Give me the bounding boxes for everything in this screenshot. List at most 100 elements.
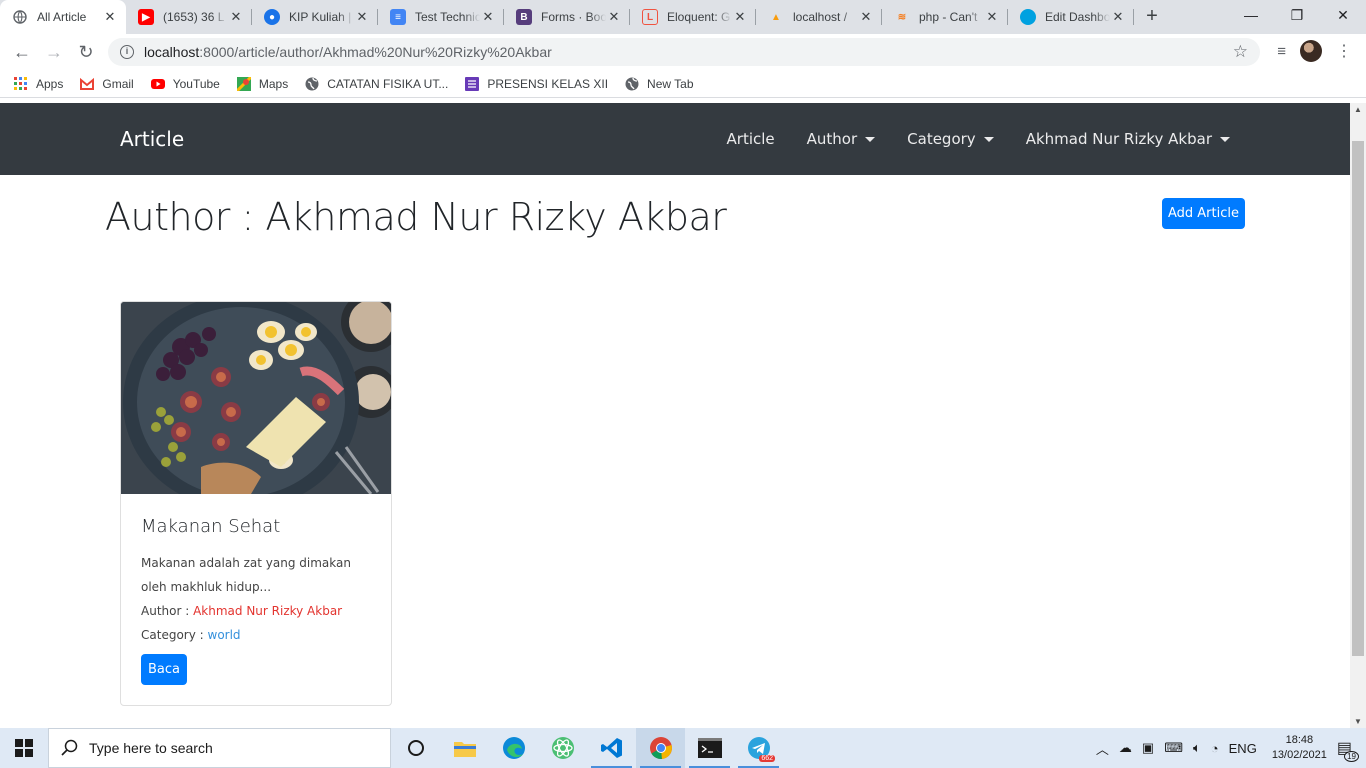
tab-php-stackoverflow[interactable]: ≋ php - Can't ✕ — [882, 0, 1008, 34]
restore-button[interactable]: ❐ — [1274, 0, 1320, 34]
vscode-button[interactable] — [587, 728, 636, 768]
atom-button[interactable] — [538, 728, 587, 768]
gmail-icon — [80, 77, 95, 90]
navbar-menu: Article Author Category Akhmad Nur Rizky… — [695, 130, 1230, 148]
close-tab-icon[interactable]: ✕ — [354, 9, 370, 25]
menu-icon[interactable]: ⋮ — [1336, 41, 1352, 61]
bookmark-presensi[interactable]: PRESENSI KELAS XII — [465, 76, 608, 91]
close-tab-icon[interactable]: ✕ — [858, 9, 874, 25]
nav-article-link[interactable]: Article — [727, 130, 775, 148]
globe-icon — [305, 77, 319, 90]
phpmyadmin-icon: ▲ — [771, 11, 781, 23]
file-explorer-button[interactable] — [440, 728, 489, 768]
tab-test-technic[interactable]: ≡ Test Technic ✕ — [378, 0, 504, 34]
folder-icon — [453, 742, 476, 757]
scroll-up-icon[interactable]: ▲ — [1354, 105, 1362, 114]
notification-center-icon[interactable]: ▤ 19 — [1337, 738, 1359, 762]
chrome-button[interactable] — [636, 728, 685, 768]
volume-icon[interactable]: 🔈︎ — [1193, 740, 1201, 756]
page-scrollbar[interactable]: ▲ ▼ — [1350, 103, 1366, 728]
close-tab-icon[interactable]: ✕ — [606, 9, 622, 25]
window-controls: — ❐ ✕ — [1228, 0, 1366, 34]
close-tab-icon[interactable]: ✕ — [1110, 9, 1126, 25]
category-link[interactable]: world — [208, 628, 241, 642]
article-excerpt: Makanan adalah zat yang dimakan oleh mak… — [141, 556, 351, 594]
close-tab-icon[interactable]: ✕ — [480, 9, 496, 25]
chrome-icon — [649, 737, 672, 760]
globe-icon — [625, 77, 639, 90]
clock[interactable]: 18:48 13/02/2021 — [1272, 733, 1327, 763]
caret-down-icon — [865, 136, 876, 142]
atom-icon — [551, 737, 574, 759]
navbar-brand[interactable]: Article — [120, 127, 184, 151]
edge-button[interactable] — [489, 728, 538, 768]
address-bar[interactable]: i localhost:8000/article/author/Akhmad%2… — [108, 38, 1260, 66]
stackoverflow-icon: ≋ — [897, 11, 907, 23]
page-title: Author : Akhmad Nur Rizky Akbar — [105, 195, 727, 239]
tab-youtube[interactable]: ▶ (1653) 36 L ✕ — [126, 0, 252, 34]
task-view-button[interactable] — [391, 728, 440, 768]
input-method-icon[interactable]: ⌨ — [1164, 740, 1183, 756]
card-body: Makanan Sehat Makanan adalah zat yang di… — [121, 516, 391, 685]
vscode-icon — [600, 738, 622, 758]
close-tab-icon[interactable]: ✕ — [228, 9, 244, 25]
tab-forms-bootstrap[interactable]: B Forms · Boo ✕ — [504, 0, 630, 34]
kip-icon: ● — [264, 9, 280, 25]
chevron-up-icon[interactable]: ︿ — [1096, 739, 1109, 758]
article-category-line: Category : world — [141, 628, 241, 642]
close-tab-icon[interactable]: ✕ — [102, 9, 118, 25]
close-tab-icon[interactable]: ✕ — [732, 9, 748, 25]
tab-kip-kuliah[interactable]: ● KIP Kuliah | ✕ — [252, 0, 378, 34]
reload-icon[interactable]: ↻ — [70, 42, 102, 63]
forward-icon[interactable]: → — [38, 42, 70, 63]
terminal-button[interactable] — [685, 728, 734, 768]
onedrive-icon[interactable]: ☁ — [1119, 740, 1132, 756]
tab-edit-dashboard[interactable]: Edit Dashbo ✕ — [1008, 0, 1134, 34]
new-tab-button[interactable]: + — [1134, 0, 1170, 34]
article-image — [121, 302, 391, 494]
globe-icon — [12, 9, 28, 25]
caret-down-icon — [983, 136, 994, 142]
back-icon[interactable]: ← — [6, 42, 38, 63]
bookmark-apps[interactable]: Apps — [14, 76, 63, 91]
language-indicator[interactable]: ENG — [1229, 741, 1257, 756]
nav-category-dropdown[interactable]: Category — [907, 130, 994, 148]
bookmark-gmail[interactable]: Gmail — [80, 77, 134, 91]
profile-avatar[interactable] — [1300, 40, 1322, 62]
youtube-icon: ▶ — [138, 9, 154, 25]
laravel-icon: L — [642, 9, 658, 25]
read-button[interactable]: Baca — [141, 654, 187, 685]
forms-icon — [465, 76, 480, 91]
article-card: Makanan Sehat Makanan adalah zat yang di… — [120, 301, 392, 706]
terminal-icon — [697, 738, 722, 758]
bookmark-star-icon[interactable]: ☆ — [1233, 42, 1248, 62]
windows-logo-icon — [15, 739, 33, 757]
windows-taskbar: Type here to search 662 ︿ ☁ ▣ ⌨ 🔈︎ ◔ ENG… — [0, 728, 1366, 768]
bookmark-maps[interactable]: Maps — [236, 76, 288, 91]
network-status-icon[interactable]: ▣ — [1142, 740, 1154, 756]
close-window-button[interactable]: ✕ — [1320, 0, 1366, 34]
add-article-button[interactable]: Add Article — [1162, 198, 1245, 229]
youtube-icon — [150, 78, 165, 89]
nav-user-dropdown[interactable]: Akhmad Nur Rizky Akbar — [1026, 130, 1230, 148]
wifi-icon[interactable]: ◔ — [1211, 741, 1219, 756]
minimize-button[interactable]: — — [1228, 0, 1274, 34]
tab-eloquent[interactable]: L Eloquent: G ✕ — [630, 0, 756, 34]
media-control-icon[interactable]: ≡ — [1277, 43, 1286, 60]
taskbar-search[interactable]: Type here to search — [48, 728, 391, 768]
bookmark-youtube[interactable]: YouTube — [150, 77, 220, 91]
bookmark-new-tab[interactable]: New Tab — [625, 77, 694, 91]
tab-localhost[interactable]: ▲ localhost / ✕ — [756, 0, 882, 34]
info-icon[interactable]: i — [120, 45, 134, 59]
telegram-badge: 662 — [759, 755, 775, 762]
nav-author-dropdown[interactable]: Author — [807, 130, 876, 148]
bookmark-catatan-fisika[interactable]: CATATAN FISIKA UT... — [305, 77, 448, 91]
scroll-down-icon[interactable]: ▼ — [1354, 717, 1362, 726]
tab-all-article[interactable]: All Article ✕ — [0, 0, 126, 34]
close-tab-icon[interactable]: ✕ — [984, 9, 1000, 25]
edge-icon — [502, 737, 525, 759]
telegram-button[interactable]: 662 — [734, 728, 783, 768]
scrollbar-thumb[interactable] — [1352, 141, 1364, 656]
start-button[interactable] — [0, 728, 48, 768]
author-link[interactable]: Akhmad Nur Rizky Akbar — [193, 604, 342, 618]
